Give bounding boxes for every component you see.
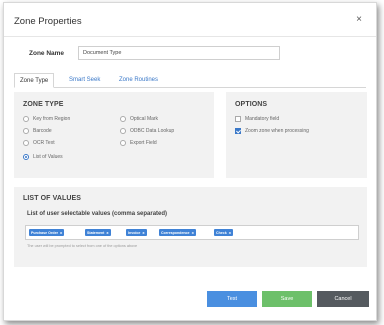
option-label: Zoom zone when processing: [245, 128, 309, 134]
option-label: Optical Mark: [130, 116, 159, 122]
checkbox-mandatory-field[interactable]: Mandatory field: [235, 116, 279, 122]
title-divider: [4, 36, 376, 37]
list-of-values-subtitle: List of user selectable values (comma se…: [27, 211, 168, 217]
checkbox-zoom-zone[interactable]: Zoom zone when processing: [235, 128, 309, 134]
radio-icon: [23, 140, 29, 146]
option-label: Mandatory field: [245, 116, 280, 122]
radio-icon: [23, 116, 29, 122]
radio-icon: [23, 128, 29, 134]
tag-correspondence: Correspondence x: [159, 229, 196, 236]
dialog-title: Zone Properties: [14, 16, 82, 27]
radio-odbc-data-lookup[interactable]: ODBC Data Lookup: [120, 128, 174, 134]
radio-selected-icon: [23, 154, 29, 160]
tag-check: Check x: [214, 229, 234, 236]
radio-optical-mark[interactable]: Optical Mark: [120, 116, 158, 122]
tag-remove-icon[interactable]: x: [106, 230, 108, 235]
tab-bar: Zone Type Smart Seek Zone Routines: [14, 73, 366, 88]
option-label: Barcode: [33, 128, 52, 134]
tag-remove-icon[interactable]: x: [60, 230, 62, 235]
checkbox-icon: [235, 116, 241, 122]
tag-invoice: Invoice x: [126, 229, 147, 236]
tag-purchase-order: Purchase Order x: [29, 229, 65, 236]
radio-export-field[interactable]: Export Field: [120, 140, 157, 146]
tab-smart-seek[interactable]: Smart Seek: [64, 73, 105, 88]
tag-remove-icon[interactable]: x: [142, 230, 144, 235]
option-label: Export Field: [130, 140, 157, 146]
options-panel: OPTIONS Mandatory field Zoom zone when p…: [226, 92, 367, 178]
option-label: List of Values: [33, 154, 63, 160]
zone-name-label: Zone Name: [29, 50, 65, 57]
values-tag-input[interactable]: Purchase Order x Statement x Invoice x Corr…: [25, 225, 359, 240]
list-of-values-help: The user will be prompted to select from…: [27, 244, 138, 248]
options-title: OPTIONS: [235, 101, 268, 108]
checkbox-checked-icon: [235, 128, 241, 134]
tab-zone-type[interactable]: Zone Type: [14, 73, 55, 88]
cancel-button[interactable]: Cancel: [317, 291, 369, 307]
close-icon[interactable]: ×: [356, 15, 362, 25]
radio-icon: [120, 140, 126, 146]
radio-icon: [120, 116, 126, 122]
radio-barcode[interactable]: Barcode: [23, 128, 52, 134]
zone-type-panel: ZONE TYPE Key from Region Barcode OCR Te…: [14, 92, 214, 178]
save-button[interactable]: Save: [262, 291, 312, 307]
zone-properties-dialog: Zone Properties × Zone Name Zone Type Sm…: [3, 2, 377, 321]
list-of-values-title: LIST OF VALUES: [23, 195, 82, 202]
tab-zone-routines[interactable]: Zone Routines: [114, 73, 163, 88]
tag-statement: Statement x: [85, 229, 111, 236]
option-label: Key from Region: [33, 116, 71, 122]
radio-list-of-values[interactable]: List of Values: [23, 154, 63, 160]
radio-icon: [120, 128, 126, 134]
test-button[interactable]: Test: [207, 291, 257, 307]
option-label: OCR Text: [33, 140, 55, 146]
radio-key-from-region[interactable]: Key from Region: [23, 116, 70, 122]
tag-remove-icon[interactable]: x: [229, 230, 231, 235]
option-label: ODBC Data Lookup: [130, 128, 175, 134]
zone-type-title: ZONE TYPE: [23, 101, 64, 108]
zone-name-input[interactable]: [78, 46, 280, 60]
radio-ocr-text[interactable]: OCR Text: [23, 140, 55, 146]
tag-remove-icon[interactable]: x: [192, 230, 194, 235]
